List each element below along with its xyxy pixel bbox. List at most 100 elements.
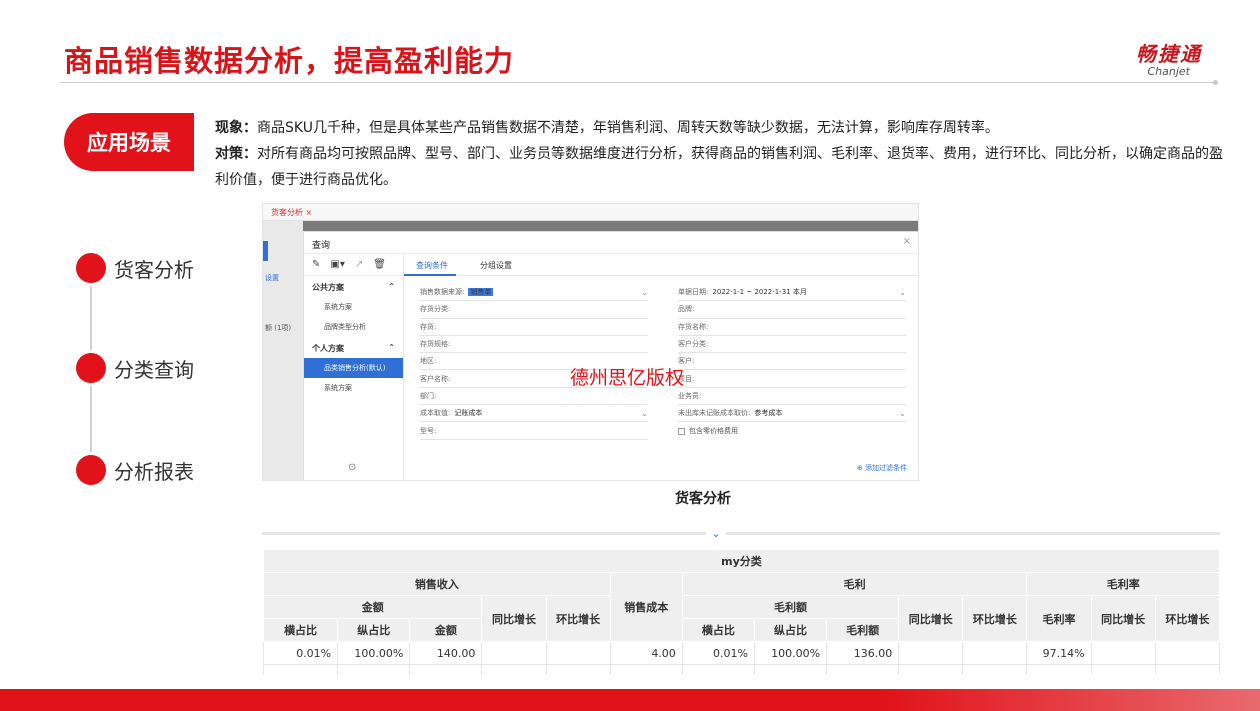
field-label: 销售数据来源:: [420, 288, 465, 297]
timeline-dot: [76, 353, 106, 383]
plan-item[interactable]: 系统方案: [304, 297, 403, 317]
chevron-up-icon: ⌃: [388, 343, 395, 352]
col-gross-v-ratio: 纵占比: [753, 618, 828, 642]
add-filter-link[interactable]: ⊕ 添加过滤条件: [857, 463, 907, 473]
title-divider: [60, 82, 1216, 83]
timeline-item-goods-customer: 货客分析: [76, 253, 194, 283]
query-field[interactable]: 品牌:: [678, 301, 906, 319]
plan-item[interactable]: 品牌类型分析: [304, 317, 403, 337]
chevron-down-icon[interactable]: ⌄: [641, 288, 648, 297]
save-icon[interactable]: ▣▾: [330, 259, 344, 270]
query-field[interactable]: 存货分类:: [420, 301, 648, 319]
chevron-down-icon[interactable]: ⌄: [641, 409, 648, 418]
public-plan-group[interactable]: 公共方案 ⌃: [304, 276, 403, 297]
field-value: 2022-1-1 ~ 2022-1-31 本月: [712, 288, 807, 297]
export-icon[interactable]: ↗: [355, 259, 363, 270]
watermark: 德州思亿版权: [570, 367, 685, 389]
table-cell: [1154, 641, 1220, 665]
plan-item-active[interactable]: 品类销售分析(默认): [304, 358, 403, 378]
col-gross-h-ratio: 横占比: [681, 618, 755, 642]
active-tab-indicator: [404, 274, 456, 276]
field-label: 客户分类:: [678, 340, 709, 349]
title-divider-dot: [1213, 80, 1218, 85]
field-label: 品牌:: [678, 305, 695, 314]
left-field-column: 销售数据来源: 销售单 ⌄ 存货分类: 存货: 存货规格: 地区: 客户名称: 部门: 成本取值:…: [420, 284, 648, 440]
col-h-ratio: 横占比: [263, 618, 339, 642]
query-field[interactable]: 客户分类:: [678, 336, 906, 354]
col-margin-mom: 环比增长: [1154, 595, 1220, 642]
field-label: 业务员:: [678, 391, 702, 400]
query-field[interactable]: 型号:: [420, 422, 648, 440]
field-label: 型号:: [420, 426, 437, 435]
table-cell: 136.00: [826, 641, 900, 665]
tab-query-conditions[interactable]: 查询条件: [416, 260, 448, 271]
chevron-down-icon[interactable]: ⌄: [899, 288, 906, 297]
timeline-label: 分析报表: [114, 459, 194, 484]
report-divider: [262, 532, 1220, 535]
query-field[interactable]: 存货规格:: [420, 336, 648, 354]
query-field[interactable]: 存货名称:: [678, 319, 906, 336]
sidebar-accent: [263, 241, 268, 261]
col-margin-yoy: 同比增长: [1090, 595, 1156, 642]
query-field[interactable]: 项目:: [678, 370, 906, 388]
collapse-icon[interactable]: ⊙: [348, 462, 356, 473]
private-plan-group[interactable]: 个人方案 ⌃: [304, 337, 403, 358]
timeline-dot: [76, 253, 106, 283]
field-label: 未出库未记账成本取价:: [678, 409, 751, 418]
col-gross-amount: 毛利额: [681, 595, 900, 619]
report-table: my分类 销售收入 销售成本 毛利 毛利率 金额 同比增长 环比增长 毛利额 同…: [263, 549, 1220, 675]
col-amount: 金额: [263, 595, 483, 619]
chevron-down-icon[interactable]: ⌄: [899, 409, 906, 418]
query-field[interactable]: 客户:: [678, 353, 906, 371]
zero-price-checkbox-row[interactable]: 包含零价格费用: [678, 426, 906, 436]
table-row-empty: [263, 664, 1220, 675]
screenshot-sidebar: 设置 额 (1项): [263, 221, 303, 480]
plan-toolbar: ✎ ▣▾ ↗ 🗑: [304, 254, 403, 276]
edit-icon[interactable]: ✎: [312, 259, 320, 270]
query-field[interactable]: 销售数据来源: 销售单 ⌄: [420, 284, 648, 302]
dialog-title: 查询: [312, 241, 331, 251]
tab-group-settings[interactable]: 分组设置: [480, 260, 512, 271]
query-field[interactable]: 未出库未记账成本取价: 参考成本 ⌄: [678, 405, 906, 423]
table-cell: [481, 641, 547, 665]
col-gross-yoy: 同比增长: [898, 595, 964, 642]
query-field[interactable]: 部门:: [420, 388, 648, 406]
slide: 商品销售数据分析，提高盈利能力 畅捷通 Chanjet 应用场景 现象：商品SK…: [0, 0, 1260, 711]
screenshot-tab[interactable]: 货客分析 ×: [271, 207, 312, 218]
query-field[interactable]: 成本取值: 记账成本 ⌄: [420, 405, 648, 423]
col-margin: 毛利率: [1026, 572, 1220, 596]
close-icon[interactable]: ×: [903, 236, 911, 247]
scene-description: 现象：商品SKU几千种，但是具体某些产品销售数据不清楚，年销售利润、周转天数等缺…: [215, 115, 1235, 193]
checkbox[interactable]: [678, 427, 685, 435]
field-label: 地区:: [420, 357, 437, 366]
query-field[interactable]: 业务员:: [678, 388, 906, 406]
query-dialog: 查询 × ✎ ▣▾ ↗ 🗑 公共方案 ⌃ 系统方案 品牌类型分析 个人方案 ⌃ 品类…: [303, 231, 918, 480]
dialog-tabs: 查询条件 分组设置: [404, 254, 918, 276]
timeline-item-analysis-report: 分析报表: [76, 455, 194, 485]
chevron-up-icon: ⌃: [388, 282, 395, 291]
col-yoy: 同比增长: [481, 595, 547, 642]
delete-icon[interactable]: 🗑: [373, 259, 386, 270]
footer-bar: [0, 689, 1260, 711]
col-amount-sub: 金额: [409, 618, 483, 642]
query-field[interactable]: 单据日期: 2022-1-1 ~ 2022-1-31 本月 ⌄: [678, 284, 906, 302]
dialog-header: 查询 ×: [304, 232, 918, 254]
field-label: 存货规格:: [420, 340, 451, 349]
table-cell: 100.00%: [753, 641, 828, 665]
right-field-column: 单据日期: 2022-1-1 ~ 2022-1-31 本月 ⌄ 品牌: 存货名称: 客户分…: [678, 284, 906, 436]
chevron-down-icon[interactable]: ⌄: [706, 526, 726, 542]
page-title: 商品销售数据分析，提高盈利能力: [64, 44, 515, 78]
brand-logo: 畅捷通 Chanjet: [1136, 38, 1202, 78]
plan-item[interactable]: 系统方案: [304, 378, 403, 398]
table-row: 0.01% 100.00% 140.00 4.00 0.01% 100.00% …: [263, 641, 1220, 665]
sidebar-text: 额 (1项): [265, 324, 292, 332]
query-field[interactable]: 存货:: [420, 319, 648, 336]
phenomenon-text: 商品SKU几千种，但是具体某些产品销售数据不清楚，年销售利润、周转天数等缺少数据…: [257, 120, 999, 136]
table-cell: [545, 641, 611, 665]
col-margin-rate: 毛利率: [1026, 595, 1092, 642]
timeline-item-category-query: 分类查询: [76, 353, 194, 383]
sidebar-settings[interactable]: 设置: [265, 273, 279, 283]
table-cell: 0.01%: [263, 641, 339, 665]
table-cell: 100.00%: [337, 641, 411, 665]
plan-panel: ✎ ▣▾ ↗ 🗑 公共方案 ⌃ 系统方案 品牌类型分析 个人方案 ⌃ 品类销售分析(…: [304, 254, 404, 480]
